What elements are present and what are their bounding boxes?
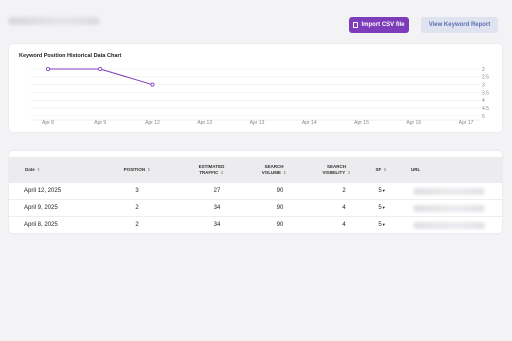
view-keyword-report-label: View Keyword Report xyxy=(428,22,491,28)
sf-dropdown[interactable]: 5▼ xyxy=(375,188,389,194)
sort-icon: ⇕ xyxy=(282,169,287,175)
sf-dropdown[interactable]: 5▼ xyxy=(375,222,389,228)
sort-icon: ⇕ xyxy=(147,167,151,172)
cell-date: April 9, 2025 xyxy=(24,205,58,211)
keyword-history-table: Date ⇕ POSITION ⇕ ESTIMATED TRAFFIC ⇕ SEARC… xyxy=(9,151,502,233)
cell-position: 2 xyxy=(135,222,139,228)
col-date[interactable]: Date ⇕ xyxy=(25,167,40,173)
cell-date: April 12, 2025 xyxy=(24,188,62,194)
sort-icon: ⇕ xyxy=(347,169,351,175)
cell-traffic: 34 xyxy=(213,222,221,228)
y-tick-label: 4 xyxy=(482,98,485,104)
cell-date: April 8, 2025 xyxy=(24,222,58,228)
y-tick-label: 2 xyxy=(482,67,485,73)
page-title-redacted xyxy=(8,17,100,25)
y-tick-label: 3.5 xyxy=(482,90,489,96)
import-csv-label: Import CSV file xyxy=(361,22,405,28)
file-icon xyxy=(353,22,359,28)
sort-icon: ⇕ xyxy=(383,167,387,172)
col-position[interactable]: POSITION ⇕ xyxy=(117,167,157,173)
col-search-visibility[interactable]: SEARCH VISIBILITY ⇕ xyxy=(314,164,359,175)
cell-visibility: 4 xyxy=(342,222,346,228)
sf-dropdown[interactable]: 5▼ xyxy=(375,205,389,211)
caret-down-icon: ▼ xyxy=(381,188,386,193)
cell-traffic: 27 xyxy=(213,188,221,194)
cell-volume: 90 xyxy=(276,205,284,211)
sort-icon: ⇕ xyxy=(36,167,41,172)
x-tick-label: Apr 14 xyxy=(302,120,317,126)
x-tick-label: Apr 17 xyxy=(459,120,474,126)
url-redacted xyxy=(413,205,485,212)
sort-icon: ⇕ xyxy=(220,169,224,175)
cell-position: 2 xyxy=(135,205,139,211)
url-redacted xyxy=(413,188,485,195)
view-keyword-report-button[interactable]: View Keyword Report xyxy=(421,17,498,33)
y-tick-label: 2.5 xyxy=(482,75,489,81)
import-csv-button[interactable]: Import CSV file xyxy=(349,17,409,33)
x-tick-label: Apr 8 xyxy=(42,120,54,126)
data-point xyxy=(150,82,155,87)
table-row: April 8, 2025 2 34 90 4 5▼ xyxy=(9,217,502,234)
cell-traffic: 34 xyxy=(213,205,221,211)
cell-visibility: 2 xyxy=(342,188,346,194)
url-redacted xyxy=(413,222,485,229)
x-tick-label: Apr 13 xyxy=(250,120,265,126)
x-tick-label: Apr 9 xyxy=(94,120,106,126)
col-search-volume[interactable]: SEARCH VOLUME ⇕ xyxy=(254,164,294,175)
data-point xyxy=(46,66,51,71)
data-point xyxy=(98,66,103,71)
y-tick-label: 4.5 xyxy=(482,106,489,112)
x-tick-label: Apr 15 xyxy=(354,120,369,126)
cell-visibility: 4 xyxy=(342,205,346,211)
table-row: April 9, 2025 2 34 90 4 5▼ xyxy=(9,200,502,217)
position-line-chart: 2 2.53 3.5 4 4.5 5 Apr 8 Apr 9 Apr 12 Apr 12 Apr 1… xyxy=(31,66,489,126)
col-estimated-traffic[interactable]: ESTIMATED TRAFFIC ⇕ xyxy=(189,164,234,175)
col-url: URL xyxy=(411,167,421,172)
x-tick-label: Apr 16 xyxy=(406,120,421,126)
caret-down-icon: ▼ xyxy=(381,205,386,210)
table-row: April 12, 2025 3 27 90 2 5▼ xyxy=(9,183,502,200)
y-tick-label: 3 xyxy=(482,82,485,88)
y-tick-label: 5 xyxy=(482,114,485,120)
x-tick-label: Apr 12 xyxy=(145,120,160,126)
chart-card: Keyword Position Historical Data Chart 2… xyxy=(9,44,502,132)
cell-position: 3 xyxy=(135,188,139,194)
cell-volume: 90 xyxy=(276,188,284,194)
cell-volume: 90 xyxy=(276,222,284,228)
col-sf[interactable]: SF ⇕ xyxy=(371,167,391,173)
table-header: Date ⇕ POSITION ⇕ ESTIMATED TRAFFIC ⇕ SEARC… xyxy=(9,157,502,183)
caret-down-icon: ▼ xyxy=(381,222,386,227)
x-tick-label: Apr 12 xyxy=(197,120,212,126)
